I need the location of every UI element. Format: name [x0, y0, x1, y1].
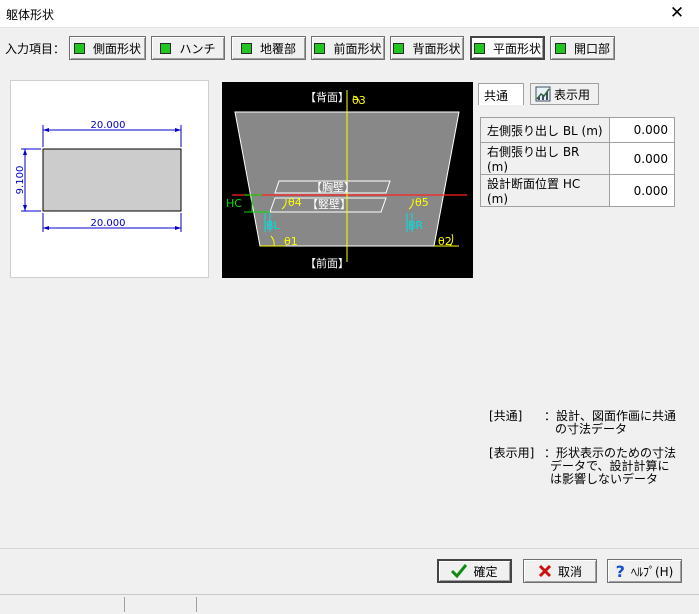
cross-icon	[538, 564, 552, 578]
note-common-line2: の寸法データ	[555, 422, 628, 436]
side-bottom-width: 20.000	[91, 218, 126, 229]
indicator-icon	[314, 42, 326, 54]
tab-side-shape[interactable]: 側面形状	[69, 36, 146, 60]
indicator-icon	[73, 42, 85, 54]
tab-haunch[interactable]: ハンチ	[151, 36, 225, 60]
label-parapet: 【胸壁】	[311, 180, 355, 194]
label-br: BR	[408, 219, 424, 232]
label-front: 【前面】	[305, 256, 349, 270]
label-wall: 【竪壁】	[307, 197, 351, 211]
tab-plan-shape[interactable]: 平面形状	[470, 36, 545, 60]
indicator-icon	[473, 42, 485, 54]
label-theta3: θ3	[352, 94, 366, 107]
close-button[interactable]: ✕	[655, 0, 699, 28]
side-height: 9.100	[15, 166, 26, 195]
param-label-br: 右側張り出し BR (m)	[480, 142, 610, 175]
label-theta4: θ4	[288, 196, 302, 209]
indicator-icon	[554, 42, 566, 54]
label-hc: HC	[226, 197, 242, 210]
tab-opening[interactable]: 開口部	[550, 36, 615, 60]
side-view-preview: 20.000 20.000 9.100	[10, 80, 209, 278]
cancel-button[interactable]: 取消	[523, 559, 597, 583]
label-theta5: θ5	[415, 196, 429, 209]
label-theta1: θ1	[284, 235, 298, 248]
label-theta2: θ2	[438, 235, 452, 248]
note-common-key: [共通]	[489, 409, 523, 423]
param-label-hc: 設計断面位置 HC (m)	[480, 174, 610, 207]
plan-view-preview: 【背面】 【前面】 【胸壁】 【竪壁】 HC BL BR θ3 θ4 θ5 θ1…	[222, 82, 473, 278]
note-display-key: [表示用]	[489, 446, 535, 460]
param-value-bl[interactable]: 0.000	[609, 117, 675, 143]
status-divider	[124, 597, 125, 612]
confirm-button[interactable]: 確定	[437, 559, 512, 583]
indicator-icon	[393, 42, 405, 54]
divider	[0, 548, 699, 549]
status-bar	[0, 594, 699, 614]
tab-display[interactable]: 表示用	[530, 83, 599, 105]
parameter-grid: 左側張り出し BL (m) 0.000 右側張り出し BR (m) 0.000 …	[480, 117, 675, 207]
table-row: 右側張り出し BR (m) 0.000	[480, 142, 675, 175]
side-view-drawing: 20.000 20.000 9.100	[15, 120, 182, 232]
plan-view-drawing: 【背面】 【前面】 【胸壁】 【竪壁】 HC BL BR θ3 θ4 θ5 θ1…	[226, 90, 467, 270]
help-icon: ?	[615, 561, 625, 581]
table-row: 左側張り出し BL (m) 0.000	[480, 117, 675, 143]
title-bar: 躯体形状 ✕	[0, 0, 699, 28]
tab-parapet-cover[interactable]: 地覆部	[231, 36, 306, 60]
status-divider	[196, 597, 197, 612]
window-title: 躯体形状	[6, 8, 55, 22]
indicator-icon	[160, 42, 172, 54]
indicator-icon	[240, 42, 252, 54]
table-row: 設計断面位置 HC (m) 0.000	[480, 174, 675, 207]
tab-front-shape[interactable]: 前面形状	[311, 36, 385, 60]
chart-icon	[535, 86, 551, 102]
param-value-hc[interactable]: 0.000	[609, 174, 675, 207]
side-top-width: 20.000	[91, 120, 126, 131]
tab-back-shape[interactable]: 背面形状	[390, 36, 464, 60]
label-back: 【背面】	[305, 90, 349, 104]
param-value-br[interactable]: 0.000	[609, 142, 675, 175]
check-icon	[451, 564, 468, 578]
input-items-label: 入力項目：	[5, 42, 66, 56]
help-button[interactable]: ? ﾍﾙﾌﾟ(H)	[607, 559, 682, 583]
tab-common[interactable]: 共通	[478, 83, 524, 105]
param-label-bl: 左側張り出し BL (m)	[480, 117, 610, 143]
label-bl: BL	[266, 219, 281, 232]
note-display-line3: は影響しないデータ	[550, 472, 659, 486]
